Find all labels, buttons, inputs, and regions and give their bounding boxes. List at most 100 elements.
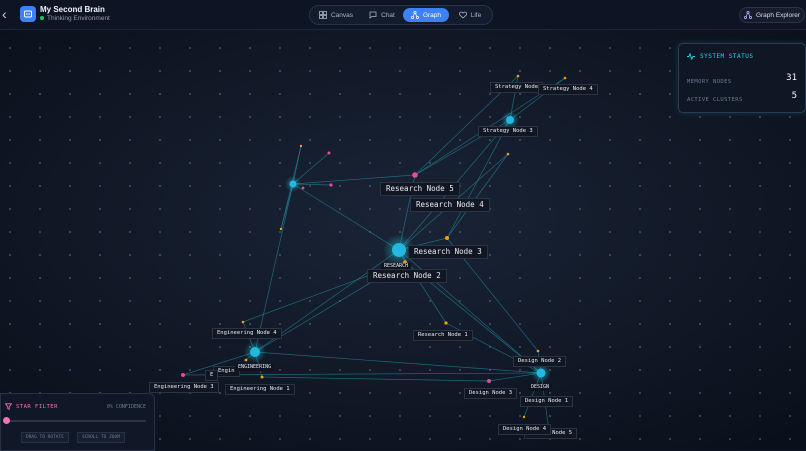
- note-node[interactable]: [181, 373, 185, 377]
- grid-dot: [399, 323, 401, 325]
- node-label-research-1[interactable]: Research Node 1: [413, 330, 473, 341]
- grid-dot: [189, 254, 191, 256]
- idea-node[interactable]: [299, 144, 303, 148]
- engineering-cluster-node[interactable]: [250, 347, 260, 357]
- idea-node[interactable]: [241, 320, 245, 324]
- grid-dot: [669, 438, 671, 440]
- grid-dot: [99, 139, 101, 141]
- grid-dot: [729, 185, 731, 187]
- idea-node[interactable]: [445, 236, 449, 240]
- grid-dot: [459, 300, 461, 302]
- grid-dot: [519, 254, 521, 256]
- grid-dot: [579, 392, 581, 394]
- grid-dot: [279, 231, 281, 233]
- node-label-strategy-3[interactable]: Strategy Node 3: [478, 126, 538, 137]
- idea-node[interactable]: [563, 76, 567, 80]
- tab-graph[interactable]: Graph: [403, 8, 449, 22]
- grid-dot: [699, 139, 701, 141]
- idea-node[interactable]: [260, 375, 264, 379]
- grid-dot: [369, 208, 371, 210]
- idea-node[interactable]: [279, 227, 283, 231]
- note-node[interactable]: [487, 379, 491, 383]
- research-cluster-node[interactable]: [392, 243, 406, 257]
- node-label-research-3[interactable]: Research Node 3: [408, 245, 488, 259]
- grid-dot: [699, 346, 701, 348]
- grid-dot: [99, 231, 101, 233]
- idea-node[interactable]: [506, 152, 510, 156]
- node-label-research-2[interactable]: Research Node 2: [367, 269, 447, 283]
- node-label-engineering-partial-2[interactable]: E: [205, 370, 219, 381]
- confidence-slider-track[interactable]: [7, 420, 146, 422]
- grid-dot: [399, 369, 401, 371]
- node-label-design-2[interactable]: Design Node 2: [513, 356, 567, 367]
- grid-dot: [309, 208, 311, 210]
- grid-dot: [639, 70, 641, 72]
- grid-dot: [489, 231, 491, 233]
- node-label-engineering-4[interactable]: Engineering Node 4: [212, 328, 282, 339]
- note-node[interactable]: [301, 186, 305, 190]
- grid-dot: [459, 139, 461, 141]
- note-node[interactable]: [412, 172, 418, 178]
- grid-dot: [129, 70, 131, 72]
- idea-node[interactable]: [536, 349, 540, 353]
- misc-cluster-node[interactable]: [289, 180, 297, 188]
- strategy-cluster-node[interactable]: [506, 116, 514, 124]
- idea-node[interactable]: [522, 415, 526, 419]
- grid-dot: [369, 369, 371, 371]
- grid-dot: [129, 139, 131, 141]
- node-label-design-1[interactable]: Design Node 1: [520, 396, 574, 407]
- node-label-design-4[interactable]: Design Node 4: [498, 424, 552, 435]
- back-icon[interactable]: ‹: [2, 7, 12, 21]
- grid-dot: [729, 346, 731, 348]
- grid-dot: [789, 231, 791, 233]
- grid-dot: [279, 185, 281, 187]
- grid-dot: [699, 231, 701, 233]
- grid-dot: [489, 47, 491, 49]
- tab-chat[interactable]: Chat: [364, 8, 400, 22]
- grid-dot: [699, 254, 701, 256]
- grid-dot: [249, 277, 251, 279]
- node-label-engineering-1[interactable]: Engineering Node 1: [225, 384, 295, 395]
- grid-dot: [459, 392, 461, 394]
- idea-node[interactable]: [244, 358, 248, 362]
- tab-canvas[interactable]: Canvas: [316, 8, 356, 22]
- node-label-strategy-4[interactable]: Strategy Node 4: [538, 84, 598, 95]
- grid-dot: [99, 254, 101, 256]
- grid-dot: [609, 277, 611, 279]
- grid-dot: [249, 139, 251, 141]
- grid-dot: [69, 185, 71, 187]
- grid-dot: [189, 323, 191, 325]
- grid-dot: [129, 208, 131, 210]
- idea-node[interactable]: [444, 321, 448, 325]
- grid-dot: [39, 231, 41, 233]
- grid-dot: [69, 208, 71, 210]
- grid-dot: [429, 70, 431, 72]
- grid-dot: [69, 231, 71, 233]
- grid-dot: [699, 415, 701, 417]
- node-label-design-3[interactable]: Design Node 3: [464, 388, 518, 399]
- node-label-research-5[interactable]: Research Node 5: [380, 182, 460, 196]
- grid-dot: [279, 300, 281, 302]
- graph-explorer-button[interactable]: Graph Explorer: [739, 7, 805, 23]
- grid-dot: [609, 231, 611, 233]
- grid-dot: [339, 70, 341, 72]
- grid-dot: [309, 323, 311, 325]
- grid-dot: [99, 300, 101, 302]
- grid-dot: [789, 300, 791, 302]
- grid-dot: [459, 438, 461, 440]
- node-label-engineering-3[interactable]: Engineering Node 3: [149, 382, 219, 393]
- tab-life[interactable]: Life: [452, 8, 488, 22]
- scroll-to-zoom-hint: SCROLL TO ZOOM: [77, 432, 125, 443]
- node-label-research-4[interactable]: Research Node 4: [410, 198, 490, 212]
- grid-dot: [729, 369, 731, 371]
- note-node[interactable]: [327, 151, 331, 155]
- note-node[interactable]: [329, 183, 333, 187]
- confidence-slider-thumb[interactable]: [3, 417, 10, 424]
- grid-dot: [369, 93, 371, 95]
- grid-dot: [219, 231, 221, 233]
- design-cluster-node[interactable]: [536, 368, 546, 378]
- node-label-strategy[interactable]: Strategy Node: [490, 82, 544, 93]
- idea-node[interactable]: [516, 74, 520, 78]
- grid-dot: [669, 93, 671, 95]
- grid-dot: [729, 116, 731, 118]
